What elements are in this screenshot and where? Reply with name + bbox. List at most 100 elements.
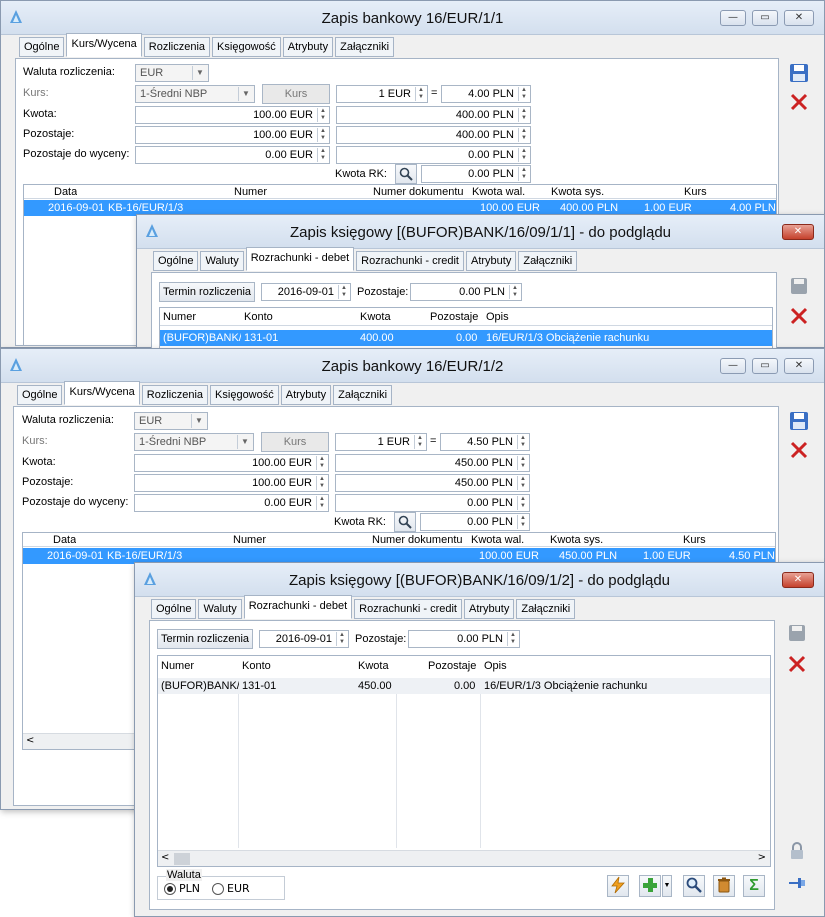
scroll-left-icon[interactable]: < <box>26 735 34 746</box>
search-button[interactable] <box>683 875 705 897</box>
kurs-button[interactable]: Kurs <box>261 432 329 452</box>
close-button[interactable]: ✕ <box>784 358 814 374</box>
kwota-rk-field[interactable]: 0.00 PLN ▲ ▼ <box>421 165 531 183</box>
spinner-icon[interactable]: ▲ ▼ <box>338 285 349 299</box>
tab-waluty[interactable]: Waluty <box>198 599 242 619</box>
tab-waluty[interactable]: Waluty <box>200 251 244 271</box>
tab-ogolne[interactable]: Ogólne <box>153 251 199 271</box>
spinner-icon[interactable]: ▲ ▼ <box>507 632 518 646</box>
tab-rozliczenia[interactable]: Rozliczenia <box>143 37 211 57</box>
title-bar[interactable]: Zapis bankowy 16/EUR/1/2 — ▭ ✕ <box>1 349 824 383</box>
table-row[interactable]: (BUFOR)BANK/1 131-01 450.00 0.00 16/EUR/… <box>158 678 770 694</box>
termin-date-field[interactable]: 2016-09-01 ▲ ▼ <box>261 283 351 301</box>
spinner-icon[interactable]: ▲ ▼ <box>316 456 327 470</box>
tab-ogolne[interactable]: Ogólne <box>19 37 65 57</box>
col-kwota-sys[interactable]: Kwota sys. <box>550 533 603 547</box>
tab-ksiegowosc[interactable]: Księgowość <box>212 37 281 57</box>
cancel-button[interactable] <box>787 90 811 114</box>
tab-rozliczenia[interactable]: Rozliczenia <box>141 385 209 405</box>
termin-rozliczenia-button[interactable]: Termin rozliczenia <box>159 282 255 302</box>
spinner-icon[interactable]: ▲ ▼ <box>518 128 529 142</box>
pozostaje-field[interactable]: 0.00 PLN ▲ ▼ <box>410 283 522 301</box>
col-data[interactable]: Data <box>53 533 76 547</box>
do-wyceny-sys-field[interactable]: 0.00 PLN ▲ ▼ <box>335 494 530 512</box>
spinner-icon[interactable]: ▲ ▼ <box>415 87 426 101</box>
add-dropdown-button[interactable]: ▼ <box>662 875 672 897</box>
col-konto[interactable]: Konto <box>244 310 273 324</box>
spinner-icon[interactable]: ▲ ▼ <box>517 456 528 470</box>
lock-button[interactable] <box>785 839 809 863</box>
tab-zalaczniki[interactable]: Załączniki <box>518 251 578 271</box>
col-opis[interactable]: Opis <box>486 310 509 324</box>
kurs-button[interactable]: Kurs <box>262 84 330 104</box>
tab-zalaczniki[interactable]: Załączniki <box>335 37 395 57</box>
rozrachunki-grid[interactable]: Numer Konto Kwota Pozostaje Opis (BUFOR)… <box>159 307 773 349</box>
kurs-right-field[interactable]: 4.00 PLN ▲ ▼ <box>441 85 531 103</box>
scroll-left-icon[interactable]: < <box>161 852 169 863</box>
spinner-icon[interactable]: ▲ ▼ <box>517 496 528 510</box>
tab-rozrachunki-credit[interactable]: Rozrachunki - credit <box>354 599 462 619</box>
col-numer-dokumentu[interactable]: Numer dokumentu <box>372 533 463 547</box>
spinner-icon[interactable]: ▲ ▼ <box>518 167 529 181</box>
tab-kurs-wycena[interactable]: Kurs/Wycena <box>66 33 142 57</box>
col-kwota-wal[interactable]: Kwota wal. <box>471 533 524 547</box>
tab-ksiegowosc[interactable]: Księgowość <box>210 385 279 405</box>
col-pozostaje[interactable]: Pozostaje <box>430 310 478 324</box>
tab-rozrachunki-debet[interactable]: Rozrachunki - debet <box>245 247 355 271</box>
kurs-left-field[interactable]: 1 EUR ▲ ▼ <box>335 433 427 451</box>
table-row[interactable]: (BUFOR)BANK/1 131-01 400.00 0.00 16/EUR/… <box>160 330 772 346</box>
kwota-sys-field[interactable]: 400.00 PLN ▲ ▼ <box>336 106 531 124</box>
maximize-button[interactable]: ▭ <box>752 10 778 26</box>
kwota-wal-field[interactable]: 100.00 EUR ▲ ▼ <box>134 454 329 472</box>
pozostaje-field[interactable]: 0.00 PLN ▲ ▼ <box>408 630 520 648</box>
kurs-type-select[interactable]: 1-Średni NBP ▼ <box>134 433 254 451</box>
close-button[interactable]: ✕ <box>782 224 814 240</box>
col-kurs[interactable]: Kurs <box>683 533 706 547</box>
minimize-button[interactable]: — <box>720 358 746 374</box>
save-button[interactable] <box>787 274 811 298</box>
tab-atrybuty[interactable]: Atrybuty <box>282 37 334 57</box>
spinner-icon[interactable]: ▲ ▼ <box>316 496 327 510</box>
sum-button[interactable]: Σ <box>743 875 765 897</box>
tab-kurs-wycena[interactable]: Kurs/Wycena <box>64 381 140 405</box>
kurs-right-field[interactable]: 4.50 PLN ▲ ▼ <box>440 433 530 451</box>
spinner-icon[interactable]: ▲ ▼ <box>518 87 529 101</box>
radio-pln[interactable]: PLN <box>164 882 200 895</box>
close-button[interactable]: ✕ <box>784 10 814 26</box>
col-opis[interactable]: Opis <box>484 659 507 673</box>
col-pozostaje[interactable]: Pozostaje <box>428 659 476 673</box>
title-bar[interactable]: Zapis bankowy 16/EUR/1/1 — ▭ ✕ <box>1 1 824 35</box>
termin-rozliczenia-button[interactable]: Termin rozliczenia <box>157 629 253 649</box>
waluta-select[interactable]: EUR ▼ <box>134 412 208 430</box>
tab-zalaczniki[interactable]: Załączniki <box>516 599 576 619</box>
pozostaje-sys-field[interactable]: 450.00 PLN ▲ ▼ <box>335 474 530 492</box>
tab-atrybuty[interactable]: Atrybuty <box>463 599 515 619</box>
spinner-icon[interactable]: ▲ ▼ <box>517 435 528 449</box>
col-kwota-wal[interactable]: Kwota wal. <box>472 185 525 199</box>
scroll-thumb[interactable] <box>174 853 190 865</box>
spinner-icon[interactable]: ▲ ▼ <box>517 515 528 529</box>
do-wyceny-sys-field[interactable]: 0.00 PLN ▲ ▼ <box>336 146 531 164</box>
cancel-button[interactable] <box>787 304 811 328</box>
col-kurs[interactable]: Kurs <box>684 185 707 199</box>
cancel-button[interactable] <box>785 652 809 676</box>
spinner-icon[interactable]: ▲ ▼ <box>509 285 520 299</box>
col-numer[interactable]: Numer <box>233 533 266 547</box>
minimize-button[interactable]: — <box>720 10 746 26</box>
delete-button[interactable] <box>713 875 735 897</box>
waluta-select[interactable]: EUR ▼ <box>135 64 209 82</box>
kwota-wal-field[interactable]: 100.00 EUR ▲ ▼ <box>135 106 330 124</box>
kwota-rk-search-button[interactable] <box>394 512 416 532</box>
tab-ogolne[interactable]: Ogólne <box>17 385 63 405</box>
pozostaje-wal-field[interactable]: 100.00 EUR ▲ ▼ <box>134 474 329 492</box>
spinner-icon[interactable]: ▲ ▼ <box>517 476 528 490</box>
close-button[interactable]: ✕ <box>782 572 814 588</box>
col-numer[interactable]: Numer <box>161 659 194 673</box>
col-numer-dokumentu[interactable]: Numer dokumentu <box>373 185 464 199</box>
save-button[interactable] <box>785 621 809 645</box>
col-data[interactable]: Data <box>54 185 77 199</box>
lightning-button[interactable] <box>607 875 629 897</box>
kurs-type-select[interactable]: 1-Średni NBP ▼ <box>135 85 255 103</box>
add-button[interactable] <box>639 875 661 897</box>
do-wyceny-wal-field[interactable]: 0.00 EUR ▲ ▼ <box>134 494 329 512</box>
